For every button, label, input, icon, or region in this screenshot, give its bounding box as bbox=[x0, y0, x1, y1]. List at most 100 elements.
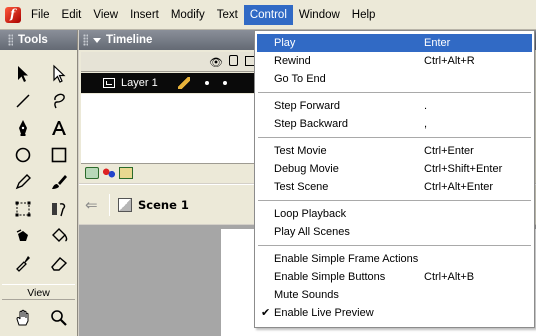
scene-icon bbox=[118, 197, 132, 212]
menu-item-go-to-end[interactable]: Go To End bbox=[257, 70, 532, 88]
eraser-icon bbox=[51, 256, 68, 271]
hand-tool[interactable] bbox=[8, 304, 38, 331]
fill-transform-tool[interactable] bbox=[44, 195, 74, 222]
scene-separator bbox=[109, 193, 110, 216]
menu-item-mute-sounds[interactable]: Mute Sounds bbox=[257, 286, 532, 304]
lasso-icon bbox=[54, 93, 65, 108]
menu-file[interactable]: File bbox=[25, 5, 56, 25]
grip-icon[interactable] bbox=[83, 34, 88, 46]
menu-item-label: Debug Movie bbox=[274, 163, 339, 175]
arrow-icon bbox=[18, 65, 28, 82]
flash-logo-icon bbox=[5, 6, 21, 23]
menu-item-shortcut: . bbox=[424, 100, 428, 112]
menu-item-enable-simple-frame-actions[interactable]: Enable Simple Frame Actions bbox=[257, 250, 532, 268]
grip-icon[interactable] bbox=[8, 34, 13, 46]
menu-item-loop-playback[interactable]: Loop Playback bbox=[257, 205, 532, 223]
menu-insert[interactable]: Insert bbox=[124, 5, 165, 25]
pencil-icon bbox=[15, 173, 31, 189]
timeline-title-label: Timeline bbox=[106, 34, 153, 46]
tools-panel: Tools View bbox=[0, 30, 78, 336]
insert-layer-icon[interactable] bbox=[85, 167, 99, 179]
menu-item-play[interactable]: Play Enter bbox=[257, 34, 532, 52]
menu-edit[interactable]: Edit bbox=[56, 5, 88, 25]
lasso-tool[interactable] bbox=[44, 87, 74, 114]
eyedropper-tool[interactable] bbox=[8, 249, 38, 276]
menu-item-label: Test Scene bbox=[274, 181, 329, 193]
eyedropper-icon bbox=[16, 255, 30, 272]
arrow-tool[interactable] bbox=[8, 60, 38, 87]
visibility-dot[interactable] bbox=[204, 81, 209, 85]
line-icon bbox=[16, 93, 30, 108]
collapse-arrow-icon[interactable] bbox=[93, 37, 101, 43]
menu-item-test-movie[interactable]: Test Movie Ctrl+Enter bbox=[257, 142, 532, 160]
menu-bar: File Edit View Insert Modify Text Contro… bbox=[0, 0, 536, 30]
menu-item-debug-movie[interactable]: Debug Movie Ctrl+Shift+Enter bbox=[257, 160, 532, 178]
menu-item-label: Step Forward bbox=[274, 100, 341, 112]
control-menu-dropdown: Play Enter Rewind Ctrl+Alt+R Go To End Step F… bbox=[254, 30, 535, 328]
ink-bottle-icon bbox=[16, 228, 28, 241]
eye-icon[interactable]: 👁 bbox=[209, 56, 223, 69]
view-section-label: View bbox=[2, 284, 75, 300]
oval-icon bbox=[15, 147, 31, 162]
layer-icon bbox=[103, 78, 115, 88]
paint-bucket-tool[interactable] bbox=[44, 222, 74, 249]
menu-view[interactable]: View bbox=[87, 5, 124, 25]
view-tool-grid bbox=[0, 300, 77, 331]
rectangle-tool[interactable] bbox=[44, 141, 74, 168]
checkmark-icon: ✔ bbox=[261, 307, 271, 319]
tools-title-label: Tools bbox=[18, 34, 48, 46]
subselect-tool[interactable] bbox=[44, 60, 74, 87]
menu-item-step-forward[interactable]: Step Forward. bbox=[257, 97, 532, 115]
menu-item-rewind[interactable]: Rewind Ctrl+Alt+R bbox=[257, 52, 532, 70]
menu-separator bbox=[258, 92, 531, 93]
line-tool[interactable] bbox=[8, 87, 38, 114]
pen-tool[interactable] bbox=[8, 114, 38, 141]
menu-item-label: Go To End bbox=[274, 73, 326, 85]
add-motion-guide-icon[interactable] bbox=[102, 167, 116, 179]
menu-item-step-backward[interactable]: Step Backward, bbox=[257, 115, 532, 133]
menu-item-shortcut: Ctrl+Shift+Enter bbox=[424, 163, 503, 175]
menu-window[interactable]: Window bbox=[293, 5, 346, 25]
tools-panel-title[interactable]: Tools bbox=[0, 30, 77, 50]
menu-item-test-scene[interactable]: Test Scene Ctrl+Alt+Enter bbox=[257, 178, 532, 196]
scene-label[interactable]: Scene 1 bbox=[138, 198, 189, 212]
back-arrow-icon[interactable]: ⇐ bbox=[85, 196, 103, 214]
menu-item-play-all-scenes[interactable]: Play All Scenes bbox=[257, 223, 532, 241]
pencil-icon bbox=[177, 77, 190, 89]
menu-text[interactable]: Text bbox=[211, 5, 244, 25]
menu-item-shortcut: , bbox=[424, 118, 428, 130]
hand-icon bbox=[16, 309, 29, 325]
brush-icon bbox=[52, 174, 67, 189]
zoom-tool[interactable] bbox=[44, 304, 74, 331]
menu-item-shortcut: Ctrl+Enter bbox=[424, 145, 474, 157]
pen-nib-icon bbox=[19, 119, 27, 136]
menu-item-label: Enable Simple Buttons bbox=[274, 271, 386, 283]
menu-modify[interactable]: Modify bbox=[165, 5, 211, 25]
menu-item-label: Enable Simple Frame Actions bbox=[274, 253, 419, 265]
menu-item-shortcut: Enter bbox=[424, 37, 451, 49]
oval-tool[interactable] bbox=[8, 141, 38, 168]
menu-item-enable-live-preview[interactable]: ✔ Enable Live Preview bbox=[257, 304, 532, 322]
menu-control[interactable]: Control bbox=[243, 4, 293, 25]
tool-grid bbox=[0, 50, 77, 276]
magnifier-icon bbox=[51, 309, 67, 326]
paint-bucket-icon bbox=[52, 227, 68, 242]
layer-name: Layer 1 bbox=[121, 77, 158, 89]
ink-bottle-tool[interactable] bbox=[8, 222, 38, 249]
menu-help[interactable]: Help bbox=[346, 5, 382, 25]
menu-item-shortcut: Ctrl+Alt+R bbox=[424, 55, 475, 67]
menu-item-label: Rewind bbox=[274, 55, 311, 67]
insert-folder-icon[interactable] bbox=[119, 167, 133, 179]
text-tool[interactable] bbox=[44, 114, 74, 141]
brush-tool[interactable] bbox=[44, 168, 74, 195]
menu-item-enable-simple-buttons[interactable]: Enable Simple Buttons Ctrl+Alt+B bbox=[257, 268, 532, 286]
lock-icon[interactable] bbox=[229, 55, 238, 66]
fill-transform-icon bbox=[52, 202, 66, 216]
pencil-tool[interactable] bbox=[8, 168, 38, 195]
menu-item-label: Mute Sounds bbox=[274, 289, 339, 301]
eraser-tool[interactable] bbox=[44, 249, 74, 276]
free-transform-tool[interactable] bbox=[8, 195, 38, 222]
lock-dot[interactable] bbox=[222, 81, 227, 85]
rectangle-icon bbox=[51, 147, 67, 162]
subselect-arrow-icon bbox=[53, 64, 66, 83]
